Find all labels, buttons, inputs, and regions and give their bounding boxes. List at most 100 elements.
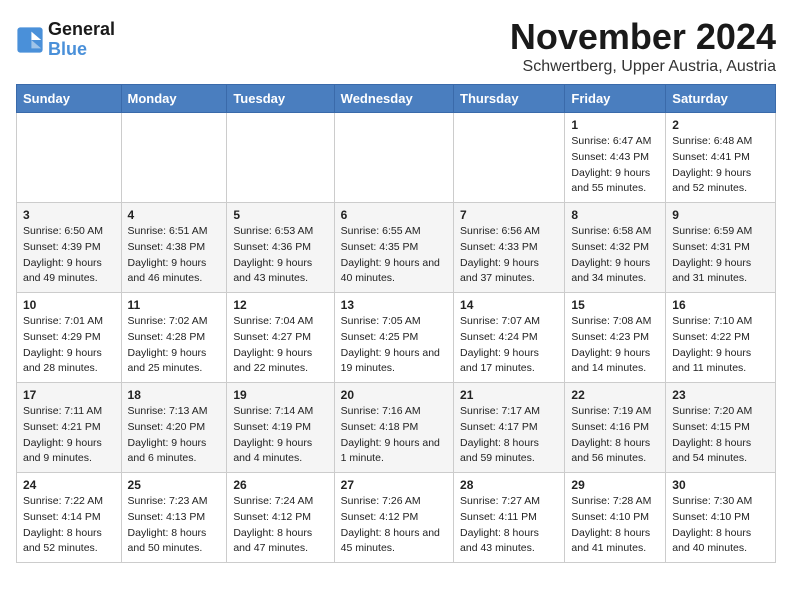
calendar-cell-4-5: 21Sunrise: 7:17 AM Sunset: 4:17 PM Dayli… <box>454 383 565 473</box>
calendar-header-sunday: Sunday <box>17 85 122 113</box>
day-info: Sunrise: 7:02 AM Sunset: 4:28 PM Dayligh… <box>128 314 221 377</box>
day-number: 11 <box>128 298 221 312</box>
day-number: 25 <box>128 478 221 492</box>
calendar-week-1: 1Sunrise: 6:47 AM Sunset: 4:43 PM Daylig… <box>17 113 776 203</box>
calendar-header-tuesday: Tuesday <box>227 85 334 113</box>
page-title: November 2024 <box>510 16 776 58</box>
day-number: 21 <box>460 388 558 402</box>
day-number: 29 <box>571 478 659 492</box>
day-number: 1 <box>571 118 659 132</box>
day-info: Sunrise: 6:53 AM Sunset: 4:36 PM Dayligh… <box>233 224 327 287</box>
title-area: November 2024 Schwertberg, Upper Austria… <box>510 16 776 76</box>
day-info: Sunrise: 7:10 AM Sunset: 4:22 PM Dayligh… <box>672 314 769 377</box>
day-info: Sunrise: 7:05 AM Sunset: 4:25 PM Dayligh… <box>341 314 447 377</box>
calendar-cell-3-1: 10 Sunrise: 7:01 AM Sunset: 4:29 PM Dayli… <box>17 293 122 383</box>
day-number: 12 <box>233 298 327 312</box>
day-number: 4 <box>128 208 221 222</box>
day-info: Sunrise: 6:59 AM Sunset: 4:31 PM Dayligh… <box>672 224 769 287</box>
calendar-header-thursday: Thursday <box>454 85 565 113</box>
day-number: 13 <box>341 298 447 312</box>
day-info: Sunrise: 7:11 AM Sunset: 4:21 PM Dayligh… <box>23 404 115 467</box>
calendar-cell-3-7: 16 Sunrise: 7:10 AM Sunset: 4:22 PM Dayli… <box>666 293 776 383</box>
day-info: Sunrise: 6:56 AM Sunset: 4:33 PM Dayligh… <box>460 224 558 287</box>
calendar-cell-1-2 <box>121 113 227 203</box>
calendar-cell-5-6: 29 Sunrise: 7:28 AM Sunset: 4:10 PM Dayli… <box>565 473 666 563</box>
calendar-cell-1-3 <box>227 113 334 203</box>
calendar-body: 1Sunrise: 6:47 AM Sunset: 4:43 PM Daylig… <box>17 113 776 563</box>
day-info: Sunrise: 7:24 AM Sunset: 4:12 PM Dayligh… <box>233 494 327 557</box>
day-info: Sunrise: 6:55 AM Sunset: 4:35 PM Dayligh… <box>341 224 447 287</box>
calendar-cell-3-5: 14Sunrise: 7:07 AM Sunset: 4:24 PM Dayli… <box>454 293 565 383</box>
calendar-cell-5-7: 30Sunrise: 7:30 AM Sunset: 4:10 PM Dayli… <box>666 473 776 563</box>
calendar-table: SundayMondayTuesdayWednesdayThursdayFrid… <box>16 84 776 563</box>
day-info: Sunrise: 7:20 AM Sunset: 4:15 PM Dayligh… <box>672 404 769 467</box>
day-info: Sunrise: 7:28 AM Sunset: 4:10 PM Dayligh… <box>571 494 659 557</box>
day-info: Sunrise: 7:27 AM Sunset: 4:11 PM Dayligh… <box>460 494 558 557</box>
day-number: 16 <box>672 298 769 312</box>
calendar-cell-5-3: 26 Sunrise: 7:24 AM Sunset: 4:12 PM Dayli… <box>227 473 334 563</box>
calendar-cell-2-3: 5Sunrise: 6:53 AM Sunset: 4:36 PM Daylig… <box>227 203 334 293</box>
calendar-cell-3-2: 11 Sunrise: 7:02 AM Sunset: 4:28 PM Dayli… <box>121 293 227 383</box>
day-info: Sunrise: 7:01 AM Sunset: 4:29 PM Dayligh… <box>23 314 115 377</box>
calendar-header-row: SundayMondayTuesdayWednesdayThursdayFrid… <box>17 85 776 113</box>
calendar-cell-4-2: 18 Sunrise: 7:13 AM Sunset: 4:20 PM Dayli… <box>121 383 227 473</box>
calendar-cell-4-1: 17 Sunrise: 7:11 AM Sunset: 4:21 PM Dayli… <box>17 383 122 473</box>
day-info: Sunrise: 7:14 AM Sunset: 4:19 PM Dayligh… <box>233 404 327 467</box>
calendar-cell-5-5: 28 Sunrise: 7:27 AM Sunset: 4:11 PM Dayli… <box>454 473 565 563</box>
day-number: 10 <box>23 298 115 312</box>
calendar-cell-2-1: 3 Sunrise: 6:50 AM Sunset: 4:39 PM Daylig… <box>17 203 122 293</box>
day-number: 3 <box>23 208 115 222</box>
day-info: Sunrise: 7:08 AM Sunset: 4:23 PM Dayligh… <box>571 314 659 377</box>
calendar-cell-5-4: 27Sunrise: 7:26 AM Sunset: 4:12 PM Dayli… <box>334 473 453 563</box>
day-number: 23 <box>672 388 769 402</box>
calendar-cell-3-6: 15 Sunrise: 7:08 AM Sunset: 4:23 PM Dayli… <box>565 293 666 383</box>
day-number: 14 <box>460 298 558 312</box>
day-info: Sunrise: 7:19 AM Sunset: 4:16 PM Dayligh… <box>571 404 659 467</box>
day-number: 9 <box>672 208 769 222</box>
calendar-cell-2-2: 4 Sunrise: 6:51 AM Sunset: 4:38 PM Daylig… <box>121 203 227 293</box>
day-number: 20 <box>341 388 447 402</box>
calendar-cell-1-7: 2 Sunrise: 6:48 AM Sunset: 4:41 PM Daylig… <box>666 113 776 203</box>
calendar-cell-2-4: 6 Sunrise: 6:55 AM Sunset: 4:35 PM Daylig… <box>334 203 453 293</box>
day-number: 26 <box>233 478 327 492</box>
calendar-cell-2-6: 8Sunrise: 6:58 AM Sunset: 4:32 PM Daylig… <box>565 203 666 293</box>
day-info: Sunrise: 7:13 AM Sunset: 4:20 PM Dayligh… <box>128 404 221 467</box>
calendar-cell-4-7: 23 Sunrise: 7:20 AM Sunset: 4:15 PM Dayli… <box>666 383 776 473</box>
day-number: 18 <box>128 388 221 402</box>
page-header: GeneralBlue November 2024 Schwertberg, U… <box>16 16 776 76</box>
calendar-cell-1-1 <box>17 113 122 203</box>
calendar-week-2: 3 Sunrise: 6:50 AM Sunset: 4:39 PM Daylig… <box>17 203 776 293</box>
day-info: Sunrise: 6:48 AM Sunset: 4:41 PM Dayligh… <box>672 134 769 197</box>
calendar-header-wednesday: Wednesday <box>334 85 453 113</box>
day-number: 6 <box>341 208 447 222</box>
calendar-cell-1-6: 1Sunrise: 6:47 AM Sunset: 4:43 PM Daylig… <box>565 113 666 203</box>
day-info: Sunrise: 6:50 AM Sunset: 4:39 PM Dayligh… <box>23 224 115 287</box>
logo: GeneralBlue <box>16 20 115 60</box>
day-number: 22 <box>571 388 659 402</box>
calendar-cell-4-4: 20 Sunrise: 7:16 AM Sunset: 4:18 PM Dayli… <box>334 383 453 473</box>
day-number: 24 <box>23 478 115 492</box>
calendar-header-friday: Friday <box>565 85 666 113</box>
day-number: 7 <box>460 208 558 222</box>
day-number: 2 <box>672 118 769 132</box>
day-number: 19 <box>233 388 327 402</box>
day-number: 17 <box>23 388 115 402</box>
calendar-cell-2-5: 7 Sunrise: 6:56 AM Sunset: 4:33 PM Daylig… <box>454 203 565 293</box>
calendar-cell-1-5 <box>454 113 565 203</box>
day-info: Sunrise: 7:23 AM Sunset: 4:13 PM Dayligh… <box>128 494 221 557</box>
calendar-cell-4-3: 19 Sunrise: 7:14 AM Sunset: 4:19 PM Dayli… <box>227 383 334 473</box>
calendar-week-4: 17 Sunrise: 7:11 AM Sunset: 4:21 PM Dayli… <box>17 383 776 473</box>
day-info: Sunrise: 7:16 AM Sunset: 4:18 PM Dayligh… <box>341 404 447 467</box>
calendar-cell-3-3: 12 Sunrise: 7:04 AM Sunset: 4:27 PM Dayli… <box>227 293 334 383</box>
calendar-cell-2-7: 9 Sunrise: 6:59 AM Sunset: 4:31 PM Daylig… <box>666 203 776 293</box>
calendar-week-3: 10 Sunrise: 7:01 AM Sunset: 4:29 PM Dayli… <box>17 293 776 383</box>
calendar-header-monday: Monday <box>121 85 227 113</box>
day-info: Sunrise: 6:51 AM Sunset: 4:38 PM Dayligh… <box>128 224 221 287</box>
day-number: 15 <box>571 298 659 312</box>
calendar-cell-4-6: 22 Sunrise: 7:19 AM Sunset: 4:16 PM Dayli… <box>565 383 666 473</box>
calendar-cell-3-4: 13 Sunrise: 7:05 AM Sunset: 4:25 PM Dayli… <box>334 293 453 383</box>
day-info: Sunrise: 6:58 AM Sunset: 4:32 PM Dayligh… <box>571 224 659 287</box>
day-info: Sunrise: 7:04 AM Sunset: 4:27 PM Dayligh… <box>233 314 327 377</box>
day-number: 28 <box>460 478 558 492</box>
day-number: 27 <box>341 478 447 492</box>
